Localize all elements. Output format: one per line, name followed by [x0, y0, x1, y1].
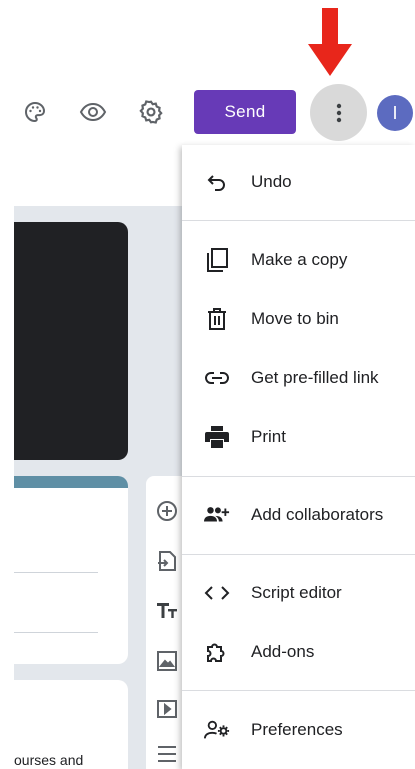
menu-item-add-ons[interactable]: Add-ons [182, 627, 415, 677]
import-questions-icon[interactable] [156, 548, 182, 574]
menu-item-label: Move to bin [251, 309, 339, 328]
menu-item-label: Script editor [251, 583, 342, 602]
more-options-button[interactable] [310, 84, 367, 141]
menu-divider [182, 220, 415, 221]
card-text-snippet: ourses and [14, 752, 84, 768]
menu-item-label: Make a copy [251, 250, 348, 269]
menu-divider [182, 476, 415, 477]
red-arrow-annotation [308, 8, 352, 76]
divider-line [14, 572, 98, 573]
add-people-icon [204, 502, 230, 528]
menu-item-print[interactable]: Print [182, 412, 415, 462]
eye-icon[interactable] [75, 94, 111, 130]
menu-item-make-a-copy[interactable]: Make a copy [182, 235, 415, 285]
link-icon [204, 365, 230, 391]
gear-icon[interactable] [133, 94, 169, 130]
google-forms-screen: Send I ourses and Undo Make a copy Move … [0, 0, 415, 769]
menu-item-label: Preferences [251, 720, 343, 739]
code-icon [204, 580, 230, 606]
menu-item-get-pre-filled-link[interactable]: Get pre-filled link [182, 353, 415, 403]
print-icon [204, 424, 230, 450]
add-question-icon[interactable] [156, 498, 182, 524]
puzzle-icon [204, 639, 230, 665]
menu-item-label: Add-ons [251, 642, 315, 661]
menu-item-move-to-bin[interactable]: Move to bin [182, 294, 415, 344]
copy-icon [204, 247, 230, 273]
menu-item-label: Print [251, 427, 286, 446]
form-title-card[interactable] [14, 476, 128, 664]
form-header-image [14, 222, 128, 460]
form-question-card[interactable]: ourses and [14, 680, 128, 769]
menu-item-label: Get pre-filled link [251, 368, 379, 387]
more-options-menu: Undo Make a copy Move to bin Get pre-fil… [182, 145, 415, 769]
menu-divider [182, 554, 415, 555]
title-text-icon[interactable] [156, 598, 182, 624]
card-accent-bar [14, 476, 128, 488]
menu-item-label: Add collaborators [251, 505, 384, 524]
send-button[interactable]: Send [194, 90, 296, 134]
menu-divider [182, 690, 415, 691]
menu-item-label: Undo [251, 172, 292, 191]
question-side-toolbar [146, 476, 182, 769]
video-icon[interactable] [156, 696, 182, 722]
undo-icon [204, 169, 230, 195]
menu-item-add-collaborators[interactable]: Add collaborators [182, 490, 415, 540]
palette-icon[interactable] [17, 94, 53, 130]
divider-line [14, 632, 98, 633]
avatar[interactable]: I [377, 95, 413, 131]
more-vertical-icon [336, 103, 341, 122]
section-icon[interactable] [156, 742, 182, 768]
menu-item-preferences[interactable]: Preferences [182, 705, 415, 755]
image-icon[interactable] [156, 648, 182, 674]
person-settings-icon [204, 717, 230, 743]
menu-item-undo[interactable]: Undo [182, 157, 415, 207]
trash-icon [204, 306, 230, 332]
menu-item-script-editor[interactable]: Script editor [182, 568, 415, 618]
